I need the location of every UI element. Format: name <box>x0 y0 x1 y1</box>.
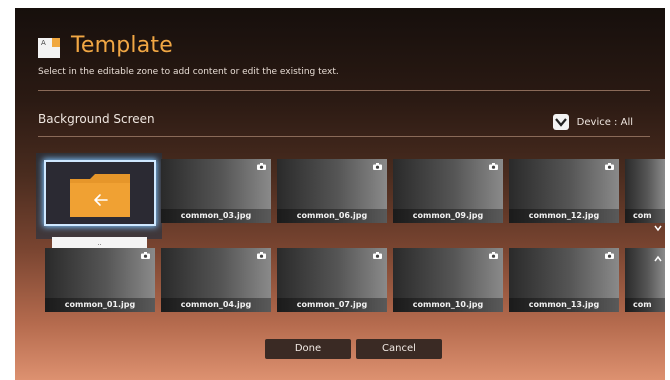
image-tile[interactable]: common_07.jpg <box>277 248 387 312</box>
done-button[interactable]: Done <box>265 339 351 359</box>
template-screen: A Template Select in the editable zone t… <box>15 8 665 380</box>
camera-icon <box>373 163 382 170</box>
chevron-down-icon[interactable] <box>552 114 569 130</box>
parent-folder-tile[interactable] <box>44 160 156 226</box>
template-icon: A <box>38 38 60 58</box>
section-title: Background Screen <box>38 112 155 126</box>
image-tile[interactable]: common_12.jpg <box>509 159 619 223</box>
chevron-down-icon[interactable] <box>654 224 662 232</box>
image-tile[interactable]: common_04.jpg <box>161 248 271 312</box>
image-tile-name: common_01.jpg <box>45 298 155 312</box>
image-tile-name: com <box>625 209 665 223</box>
divider <box>38 136 650 137</box>
camera-icon <box>605 163 614 170</box>
camera-icon <box>373 252 382 259</box>
chevron-up-icon[interactable] <box>654 255 662 263</box>
image-tile-name: common_10.jpg <box>393 298 503 312</box>
image-tile-name: common_04.jpg <box>161 298 271 312</box>
page-title: Template <box>71 33 173 58</box>
camera-icon <box>141 252 150 259</box>
camera-icon <box>257 163 266 170</box>
image-tile[interactable]: common_13.jpg <box>509 248 619 312</box>
camera-icon <box>489 252 498 259</box>
camera-icon <box>489 163 498 170</box>
cancel-button[interactable]: Cancel <box>356 339 442 359</box>
device-filter-label: Device : All <box>576 116 633 128</box>
image-tile-name: common_13.jpg <box>509 298 619 312</box>
page-subtitle: Select in the editable zone to add conte… <box>38 67 339 77</box>
image-tile[interactable]: common_06.jpg <box>277 159 387 223</box>
image-tile-name: common_06.jpg <box>277 209 387 223</box>
device-filter[interactable]: Device : All <box>552 113 633 131</box>
image-tile[interactable]: common_01.jpg <box>45 248 155 312</box>
camera-icon <box>257 252 266 259</box>
image-tile[interactable]: common_10.jpg <box>393 248 503 312</box>
divider <box>38 90 650 91</box>
image-tile[interactable]: common_03.jpg <box>161 159 271 223</box>
image-tile-name: common_03.jpg <box>161 209 271 223</box>
camera-icon <box>605 252 614 259</box>
header: A Template Select in the editable zone t… <box>15 8 665 98</box>
image-tile-name: common_09.jpg <box>393 209 503 223</box>
folder-back-icon <box>70 174 130 217</box>
image-tile[interactable]: common_09.jpg <box>393 159 503 223</box>
image-tile-name: common_12.jpg <box>509 209 619 223</box>
image-tile-name: common_07.jpg <box>277 298 387 312</box>
image-tile[interactable]: com <box>625 159 665 223</box>
image-tile-name: com <box>625 298 665 312</box>
